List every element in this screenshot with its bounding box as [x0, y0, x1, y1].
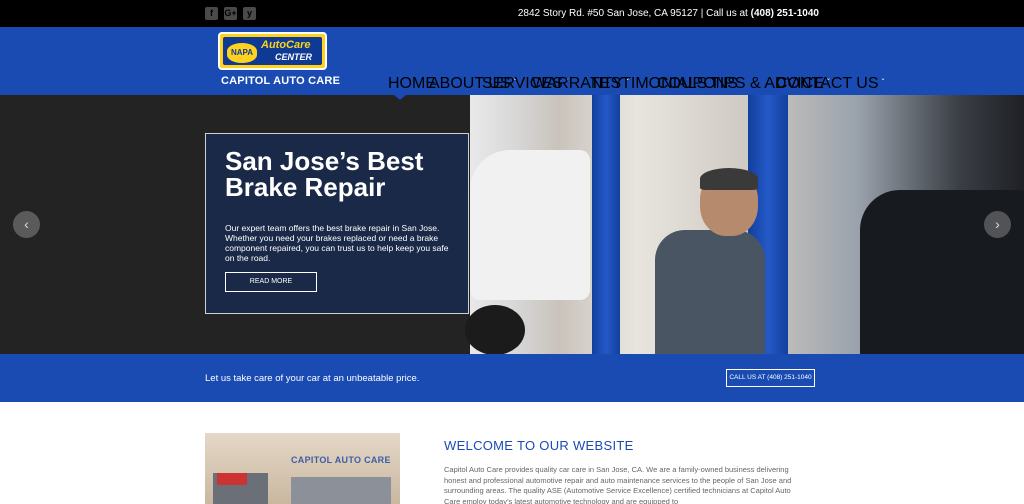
logo-inner: NAPA AutoCare CENTER	[223, 37, 322, 65]
site-header: NAPA AutoCare CENTER CAPITOL AUTO CARE H…	[0, 27, 1024, 95]
contact-info: 2842 Story Rd. #50 San Jose, CA 95127 | …	[518, 8, 819, 20]
shop-photo: CAPITOL AUTO CARE	[205, 433, 400, 504]
nav-contact-label[interactable]: CONTACT US	[776, 75, 879, 93]
center-logo-text: CENTER	[275, 52, 313, 62]
hero-photo-mechanic-body	[655, 230, 765, 354]
hero-photo-car	[470, 150, 590, 300]
call-us-button[interactable]: CALL US AT (408) 251-1040	[726, 369, 815, 387]
autocare-logo-text: AutoCare	[261, 39, 311, 51]
facebook-icon[interactable]: f	[205, 7, 218, 20]
social-links: f G+ y	[205, 7, 256, 20]
hero-title: San Jose’s Best Brake Repair	[225, 146, 424, 202]
brand-name[interactable]: CAPITOL AUTO CARE	[221, 75, 340, 87]
hero-caption-box: San Jose’s Best Brake Repair Our expert …	[205, 133, 469, 314]
nav-contact[interactable]: CONTACT US ⌄	[776, 75, 886, 93]
hero-photo-lift	[592, 95, 620, 354]
hero-photo-mechanic-hair	[700, 168, 758, 190]
hero-text: Our expert team offers the best brake re…	[225, 223, 449, 263]
active-nav-marker	[394, 95, 406, 100]
welcome-title: WELCOME TO OUR WEBSITE	[444, 438, 634, 453]
napa-logo-text: NAPA	[227, 43, 257, 63]
google-plus-icon[interactable]: G+	[224, 7, 237, 20]
hero-photo-tire	[465, 305, 525, 354]
shop-sign-text: CAPITOL AUTO CARE	[291, 455, 391, 465]
phone-link[interactable]: (408) 251-1040	[751, 8, 819, 19]
cta-band: Let us take care of your car at an unbea…	[0, 354, 1024, 402]
shop-photo-flag	[217, 473, 247, 485]
cta-text: Let us take care of your car at an unbea…	[205, 373, 420, 384]
top-bar: f G+ y 2842 Story Rd. #50 San Jose, CA 9…	[0, 0, 1024, 27]
slider-next-icon[interactable]: ›	[984, 211, 1011, 238]
yelp-icon[interactable]: y	[243, 7, 256, 20]
hero-slider	[0, 95, 1024, 354]
slider-prev-icon[interactable]: ‹	[13, 211, 40, 238]
chevron-down-icon: ⌄	[880, 76, 886, 82]
read-more-button[interactable]: READ MORE	[225, 272, 317, 292]
shop-photo-window	[291, 477, 391, 504]
welcome-text: Capitol Auto Care provides quality car c…	[444, 465, 792, 504]
napa-autocare-logo[interactable]: NAPA AutoCare CENTER	[218, 32, 327, 70]
address-text: 2842 Story Rd. #50 San Jose, CA 95127 | …	[517, 8, 751, 19]
